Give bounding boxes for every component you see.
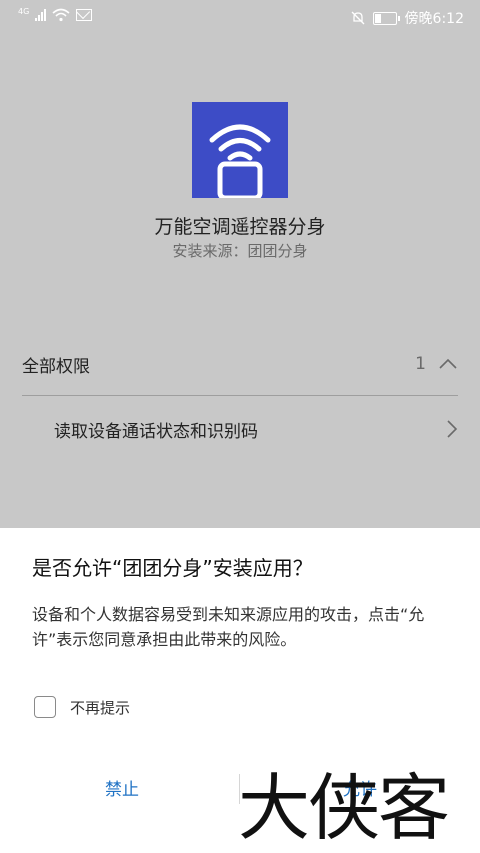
status-right: 傍晚6:12: [351, 8, 464, 28]
signal-icon: [35, 9, 47, 21]
divider: [22, 395, 458, 396]
status-bar: 4G 傍晚6:12: [0, 0, 480, 34]
mute-bell-icon: [351, 11, 365, 25]
app-icon: [192, 102, 288, 201]
dont-show-again-checkbox[interactable]: [34, 696, 56, 718]
chevron-right-icon: [447, 420, 458, 438]
app-name: 万能空调遥控器分身: [154, 216, 326, 238]
battery-fill: [374, 13, 381, 23]
network-badge: 4G: [18, 6, 30, 16]
dialog-message: 设备和个人数据容易受到未知来源应用的攻击，点击“允许”表示您同意承担由此带来的风…: [32, 605, 425, 649]
battery-icon: [372, 11, 400, 25]
permission-item[interactable]: 读取设备通话状态和识别码: [54, 411, 458, 447]
mail-icon: [76, 9, 93, 21]
dont-show-again-label: 不再提示: [70, 698, 131, 717]
dont-show-again-row[interactable]: 不再提示: [34, 696, 130, 718]
dialog-title: 是否允许“团团分身”安装应用？: [32, 556, 313, 580]
permissions-header-label: 全部权限: [22, 356, 90, 377]
remote-wifi-icon: [209, 124, 271, 201]
app-source: 安装来源：团团分身: [172, 242, 308, 260]
status-left: 4G: [18, 6, 93, 22]
chevron-up-icon: [439, 358, 457, 369]
wifi-icon: [52, 8, 70, 22]
permission-item-label: 读取设备通话状态和识别码: [54, 421, 258, 442]
permissions-count: 1: [415, 354, 426, 374]
status-time: 傍晚6:12: [404, 11, 464, 27]
deny-button[interactable]: 禁止: [22, 772, 222, 808]
permissions-count-wrap: 1: [415, 354, 458, 374]
watermark: 大侠客: [238, 766, 450, 850]
permissions-header[interactable]: 全部权限 1: [22, 346, 458, 382]
